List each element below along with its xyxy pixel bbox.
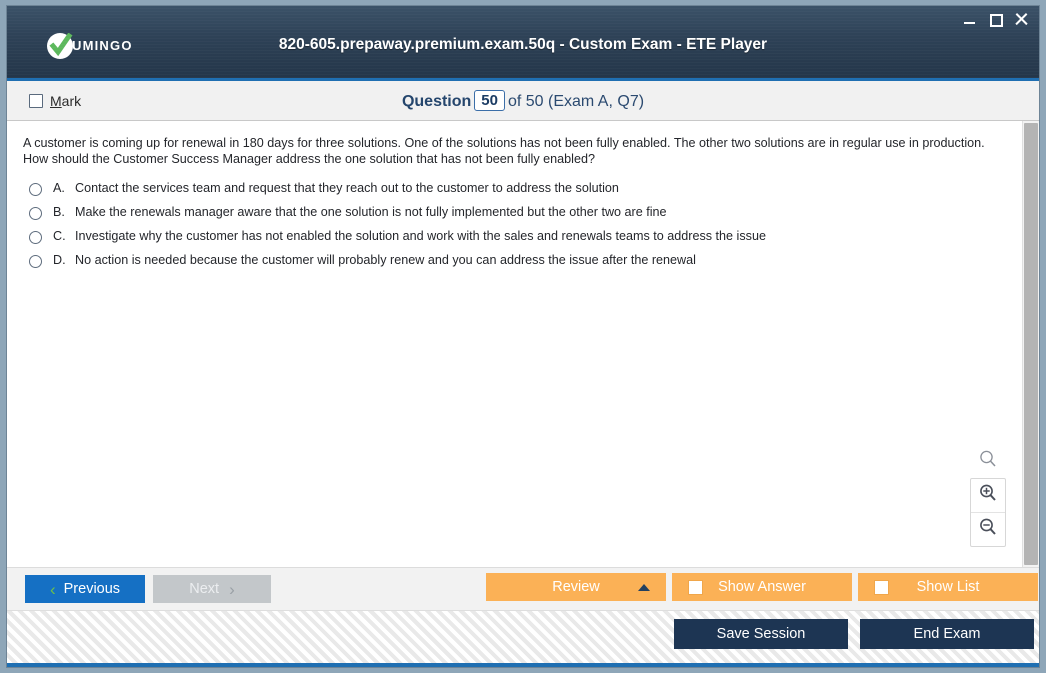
- navigation-toolbar: ‹ Previous Next › Review Show Answer Sho…: [7, 567, 1039, 610]
- zoom-controls: [970, 447, 1006, 547]
- answer-option-d[interactable]: D. No action is needed because the custo…: [23, 253, 1004, 268]
- exam-player-window: UMINGO 820-605.prepaway.premium.exam.50q…: [6, 5, 1040, 668]
- radio-button-a[interactable]: [29, 183, 42, 196]
- magnifier-icon[interactable]: [972, 447, 1004, 478]
- show-list-button[interactable]: Show List: [858, 573, 1038, 601]
- mark-accelerator: M: [50, 92, 62, 109]
- question-header-bar: Mark Question 50 of 50 (Exam A, Q7): [7, 81, 1039, 121]
- show-answer-label: Show Answer: [718, 579, 806, 595]
- chevron-left-icon: ‹: [49, 579, 56, 599]
- radio-button-c[interactable]: [29, 231, 42, 244]
- chevron-up-icon: [638, 583, 650, 591]
- mark-label-rest: ark: [61, 92, 82, 109]
- mark-checkbox-group[interactable]: Mark: [29, 93, 81, 109]
- question-total-text: of 50 (Exam A, Q7): [507, 93, 645, 110]
- zoom-out-icon[interactable]: [971, 512, 1005, 546]
- answer-option-a[interactable]: A. Contact the services team and request…: [23, 181, 1004, 196]
- radio-button-b[interactable]: [29, 207, 42, 220]
- show-answer-button[interactable]: Show Answer: [672, 573, 852, 601]
- end-exam-button[interactable]: End Exam: [860, 619, 1034, 649]
- option-text-d: No action is needed because the customer…: [75, 253, 696, 267]
- maximize-icon[interactable]: [988, 12, 1003, 27]
- option-letter-b: B.: [53, 205, 65, 219]
- previous-button[interactable]: ‹ Previous: [25, 575, 145, 603]
- review-button-label: Review: [552, 579, 600, 595]
- zoom-button-stack: [970, 478, 1006, 547]
- answer-option-b[interactable]: B. Make the renewals manager aware that …: [23, 205, 1004, 220]
- save-session-button[interactable]: Save Session: [674, 619, 848, 649]
- question-number-input[interactable]: 50: [474, 90, 505, 111]
- option-letter-d: D.: [53, 253, 66, 267]
- scrollbar-thumb[interactable]: [1024, 123, 1038, 565]
- option-text-c: Investigate why the customer has not ena…: [75, 229, 766, 243]
- option-letter-c: C.: [53, 229, 66, 243]
- show-answer-checkbox[interactable]: [688, 579, 703, 595]
- zoom-in-icon[interactable]: [971, 479, 1005, 512]
- chevron-right-icon: ›: [229, 579, 235, 599]
- save-session-label: Save Session: [716, 626, 806, 642]
- end-exam-label: End Exam: [913, 626, 981, 642]
- window-title: 820-605.prepaway.premium.exam.50q - Cust…: [278, 36, 768, 53]
- show-list-checkbox[interactable]: [874, 579, 889, 595]
- mark-checkbox[interactable]: [29, 93, 43, 108]
- window-controls: [962, 12, 1029, 27]
- answer-option-c[interactable]: C. Investigate why the customer has not …: [23, 229, 1004, 244]
- vertical-scrollbar[interactable]: [1022, 121, 1039, 567]
- close-icon[interactable]: [1014, 12, 1029, 27]
- next-button-label: Next: [189, 581, 220, 597]
- question-text: A customer is coming up for renewal in 1…: [23, 136, 985, 166]
- radio-button-d[interactable]: [29, 255, 42, 268]
- question-counter: Question 50 of 50 (Exam A, Q7): [7, 90, 1039, 111]
- previous-button-label: Previous: [63, 581, 121, 597]
- status-bar: Save Session End Exam: [7, 610, 1039, 667]
- next-button[interactable]: Next ›: [153, 575, 271, 603]
- option-text-b: Make the renewals manager aware that the…: [75, 205, 667, 219]
- review-button[interactable]: Review: [486, 573, 666, 601]
- option-letter-a: A.: [53, 181, 65, 195]
- option-text-a: Contact the services team and request th…: [75, 181, 619, 195]
- answer-options-list: A. Contact the services team and request…: [23, 181, 1004, 268]
- title-bar: UMINGO 820-605.prepaway.premium.exam.50q…: [7, 6, 1039, 81]
- show-list-label: Show List: [916, 579, 980, 595]
- question-panel: A customer is coming up for renewal in 1…: [7, 121, 1022, 567]
- minimize-icon[interactable]: [962, 12, 977, 27]
- question-label: Question: [401, 93, 472, 110]
- content-area: A customer is coming up for renewal in 1…: [7, 121, 1039, 567]
- mark-label: Mark: [50, 93, 81, 109]
